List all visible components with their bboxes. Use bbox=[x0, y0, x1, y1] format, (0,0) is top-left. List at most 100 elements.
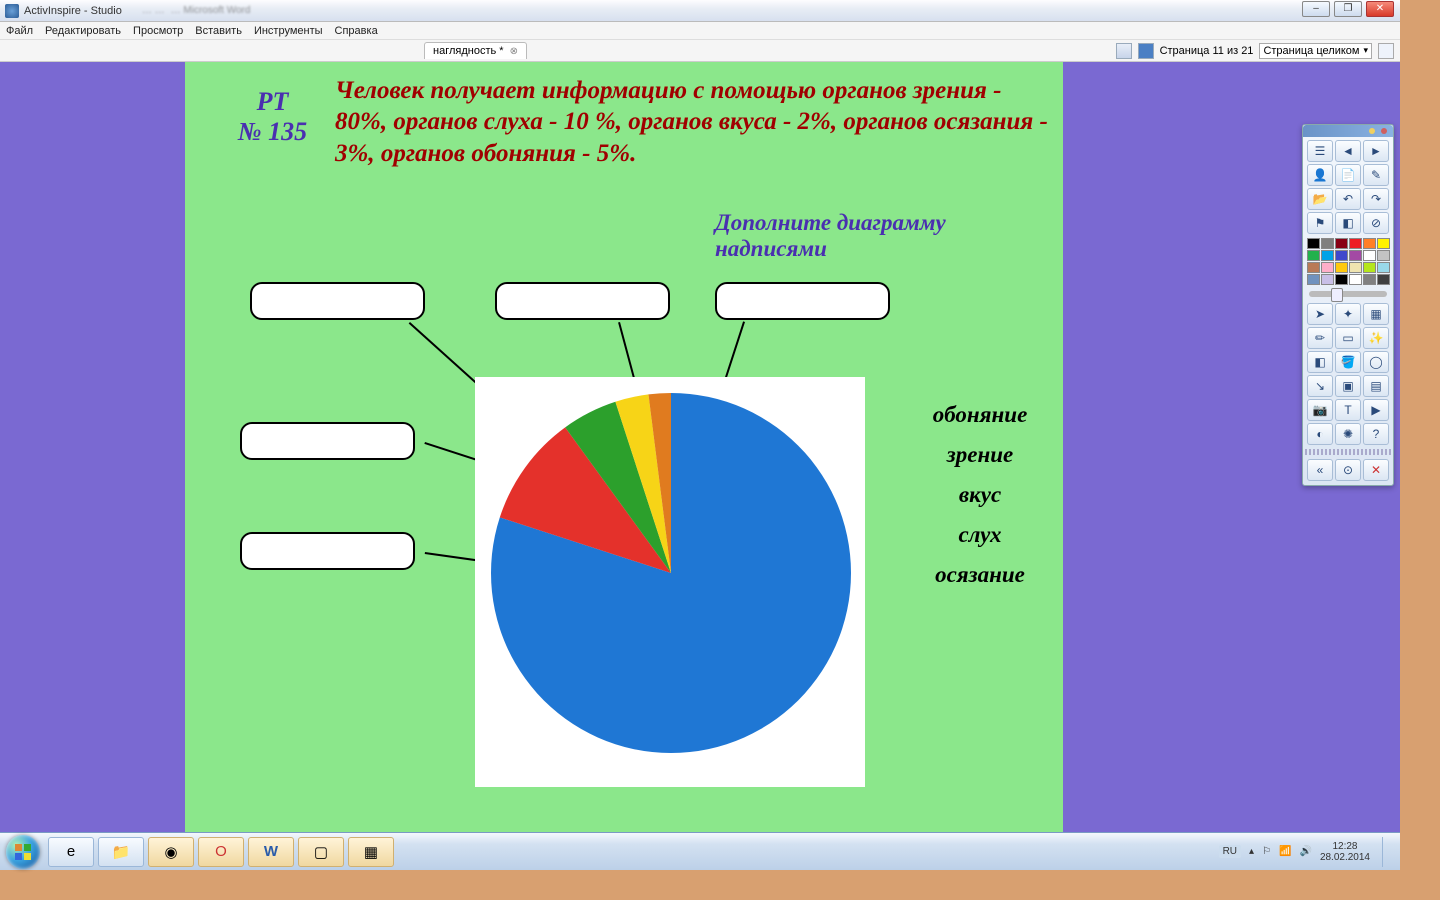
tray-network-icon[interactable]: 📶 bbox=[1279, 846, 1291, 857]
reset-flag-icon[interactable]: ⚑ bbox=[1307, 212, 1333, 234]
taskbar-word-icon[interactable]: W bbox=[248, 837, 294, 867]
word-bank-item[interactable]: слух bbox=[895, 522, 1065, 548]
next-page-icon[interactable]: ► bbox=[1363, 140, 1389, 162]
color-swatch[interactable] bbox=[1335, 262, 1348, 273]
color-swatch[interactable] bbox=[1363, 250, 1376, 261]
color-swatch[interactable] bbox=[1363, 238, 1376, 249]
menu-tools[interactable]: Инструменты bbox=[254, 25, 323, 37]
profile-icon[interactable]: 👤 bbox=[1307, 164, 1333, 186]
label-box-3[interactable] bbox=[715, 282, 890, 320]
menu-edit[interactable]: Редактировать bbox=[45, 25, 121, 37]
menu-insert[interactable]: Вставить bbox=[195, 25, 242, 37]
color-swatch[interactable] bbox=[1307, 250, 1320, 261]
fill-tool-icon[interactable]: 🪣 bbox=[1335, 351, 1361, 373]
color-swatch[interactable] bbox=[1335, 250, 1348, 261]
prev-page-icon[interactable]: ◄ bbox=[1335, 140, 1361, 162]
tray-up-icon[interactable]: ▴ bbox=[1249, 846, 1254, 857]
palette-close-icon[interactable]: ✕ bbox=[1363, 459, 1389, 481]
pen-width-slider[interactable] bbox=[1309, 291, 1387, 297]
magic-ink-icon[interactable]: ✨ bbox=[1363, 327, 1389, 349]
word-bank-item[interactable]: обоняние bbox=[895, 402, 1065, 428]
color-swatch[interactable] bbox=[1335, 274, 1348, 285]
slide-body-text[interactable]: Человек получает информацию с помощью ор… bbox=[335, 75, 1055, 169]
spotlight-tool-icon[interactable]: ✺ bbox=[1335, 423, 1361, 445]
undo-icon[interactable]: ↶ bbox=[1335, 188, 1361, 210]
taskbar-explorer-icon[interactable]: 📁 bbox=[98, 837, 144, 867]
annotate-icon[interactable]: ✎ bbox=[1363, 164, 1389, 186]
slide-canvas[interactable]: РТ № 135 Человек получает информацию с п… bbox=[185, 62, 1063, 832]
color-swatch[interactable] bbox=[1335, 238, 1348, 249]
pen-tool-icon[interactable]: ✏ bbox=[1307, 327, 1333, 349]
word-bank-item[interactable]: осязание bbox=[895, 562, 1065, 588]
show-desktop-button[interactable] bbox=[1382, 837, 1394, 867]
label-box-1[interactable] bbox=[250, 282, 425, 320]
toolbar-extra-icon[interactable] bbox=[1378, 43, 1394, 59]
tray-volume-icon[interactable]: 🔊 bbox=[1299, 846, 1311, 857]
palette-grip[interactable] bbox=[1305, 449, 1391, 455]
minimize-button[interactable]: – bbox=[1302, 1, 1330, 17]
resource-browser-icon[interactable]: ▤ bbox=[1363, 375, 1389, 397]
collapse-left-icon[interactable]: « bbox=[1307, 459, 1333, 481]
color-swatch[interactable] bbox=[1377, 262, 1390, 273]
color-swatch[interactable] bbox=[1321, 238, 1334, 249]
color-swatch[interactable] bbox=[1377, 274, 1390, 285]
color-swatch[interactable] bbox=[1321, 274, 1334, 285]
menu-file[interactable]: Файл bbox=[6, 25, 33, 37]
taskbar-smart-icon[interactable]: ▢ bbox=[298, 837, 344, 867]
toolbar-grid-icon[interactable] bbox=[1116, 43, 1132, 59]
color-swatch[interactable] bbox=[1307, 238, 1320, 249]
zoom-select[interactable]: Страница целиком bbox=[1259, 43, 1372, 59]
connector-tool-icon[interactable]: ↘ bbox=[1307, 375, 1333, 397]
label-box-5[interactable] bbox=[240, 532, 415, 570]
color-swatch[interactable] bbox=[1363, 262, 1376, 273]
stamp-icon[interactable]: ▣ bbox=[1335, 375, 1361, 397]
palette-titlebar[interactable] bbox=[1303, 125, 1393, 137]
color-picker-icon[interactable]: ◧ bbox=[1335, 212, 1361, 234]
palette-menu-icon[interactable]: ☰ bbox=[1307, 140, 1333, 162]
color-swatch[interactable] bbox=[1307, 262, 1320, 273]
pie-chart-container[interactable] bbox=[475, 377, 865, 787]
taskbar-activinspire-icon[interactable]: ▦ bbox=[348, 837, 394, 867]
color-swatch[interactable] bbox=[1377, 238, 1390, 249]
color-swatch[interactable] bbox=[1349, 274, 1362, 285]
maximize-button[interactable]: ❐ bbox=[1334, 1, 1362, 17]
help-tool-icon[interactable]: ? bbox=[1363, 423, 1389, 445]
close-button[interactable]: ✕ bbox=[1366, 1, 1394, 17]
slide-heading[interactable]: РТ № 135 bbox=[210, 87, 335, 147]
media-tool-icon[interactable]: ▶ bbox=[1363, 399, 1389, 421]
color-swatch[interactable] bbox=[1349, 262, 1362, 273]
color-swatch[interactable] bbox=[1349, 238, 1362, 249]
color-swatch[interactable] bbox=[1349, 250, 1362, 261]
clear-icon[interactable]: ⊘ bbox=[1363, 212, 1389, 234]
toolbar-snapshot-icon[interactable] bbox=[1138, 43, 1154, 59]
color-swatch[interactable] bbox=[1363, 274, 1376, 285]
color-swatch[interactable] bbox=[1307, 274, 1320, 285]
menu-help[interactable]: Справка bbox=[335, 25, 378, 37]
browser-tool-icon[interactable]: ▦ bbox=[1363, 303, 1389, 325]
text-tool-icon[interactable]: T bbox=[1335, 399, 1361, 421]
eraser-tool-icon[interactable]: ◧ bbox=[1307, 351, 1333, 373]
tab-close-icon[interactable]: ⊗ bbox=[510, 46, 518, 57]
taskbar-chrome-icon[interactable]: ◉ bbox=[148, 837, 194, 867]
language-indicator[interactable]: RU bbox=[1219, 845, 1241, 858]
document-tab[interactable]: наглядность * ⊗ bbox=[424, 42, 527, 59]
revealer-tool-icon[interactable]: ◐ bbox=[1307, 423, 1333, 445]
tool-palette[interactable]: ☰ ◄ ► 👤 📄 ✎ 📂 ↶ ↷ ⚑ ◧ ⊘ ➤ ✦ ▦ ✏ ▭ ✨ ◧ 🪣 … bbox=[1302, 124, 1394, 486]
flipchart-icon[interactable]: 📄 bbox=[1335, 164, 1361, 186]
word-bank-item[interactable]: вкус bbox=[895, 482, 1065, 508]
slide-instruction[interactable]: Дополните диаграмму надписями bbox=[715, 210, 1055, 262]
color-swatch[interactable] bbox=[1321, 262, 1334, 273]
label-box-2[interactable] bbox=[495, 282, 670, 320]
taskbar-opera-icon[interactable]: O bbox=[198, 837, 244, 867]
start-button[interactable] bbox=[0, 833, 46, 871]
menu-view[interactable]: Просмотр bbox=[133, 25, 183, 37]
tools-menu-icon[interactable]: ✦ bbox=[1335, 303, 1361, 325]
open-icon[interactable]: 📂 bbox=[1307, 188, 1333, 210]
taskbar-ie-icon[interactable]: e bbox=[48, 837, 94, 867]
tray-clock[interactable]: 12:28 28.02.2014 bbox=[1320, 841, 1370, 863]
camera-tool-icon[interactable]: 📷 bbox=[1307, 399, 1333, 421]
tray-flag-icon[interactable]: ⚐ bbox=[1262, 846, 1271, 857]
select-tool-icon[interactable]: ➤ bbox=[1307, 303, 1333, 325]
color-swatch[interactable] bbox=[1321, 250, 1334, 261]
label-box-4[interactable] bbox=[240, 422, 415, 460]
